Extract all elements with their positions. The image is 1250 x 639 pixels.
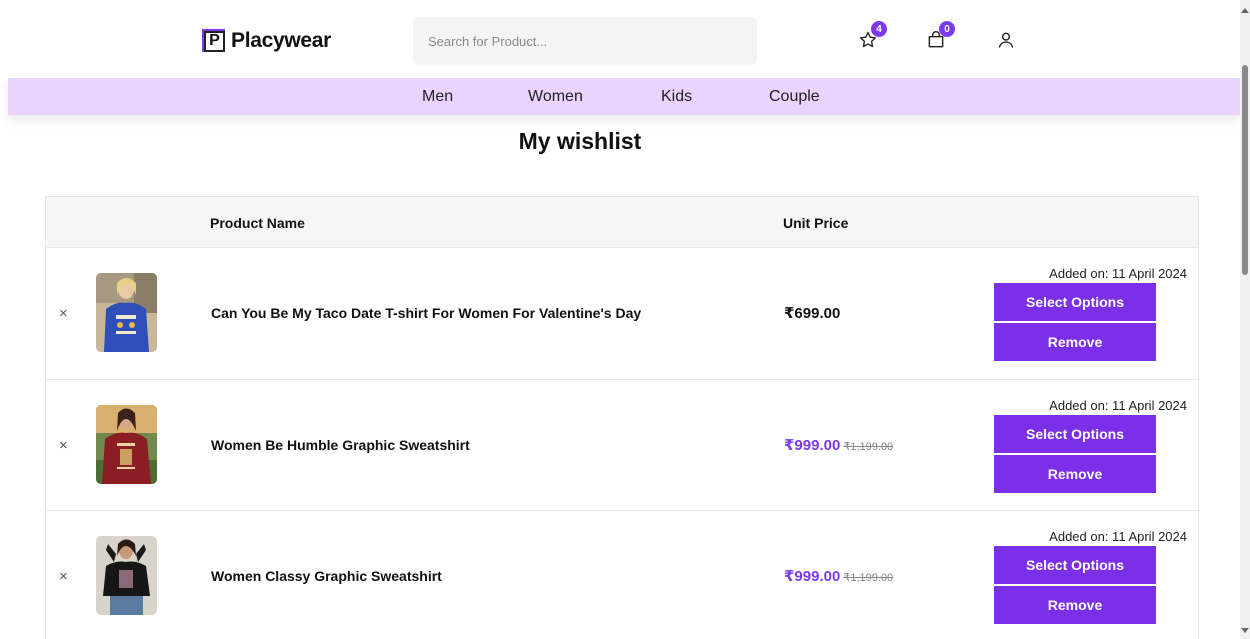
unit-price: ₹999.00 ₹1,199.00 — [784, 436, 893, 454]
table-row: × Women Be Humble Graphic Sweatshirt ₹99… — [46, 379, 1198, 511]
category-nav: Men Women Kids Couple — [8, 78, 1240, 115]
scroll-up-arrow-icon[interactable] — [1241, 8, 1249, 13]
wishlist-count-badge: 4 — [871, 21, 887, 37]
table-row: × Women Classy Graphic Sweatshirt ₹999.0… — [46, 511, 1198, 639]
site-header: P Placywear 4 0 — [0, 0, 1240, 78]
nav-item-kids[interactable]: Kids — [661, 88, 692, 106]
remove-button[interactable]: Remove — [994, 454, 1156, 493]
current-price: ₹699.00 — [784, 305, 841, 322]
current-price: ₹999.00 — [784, 436, 841, 454]
wishlist-table: Product Name Unit Price × Can You Be My … — [45, 196, 1199, 639]
added-on-date: Added on: 11 April 2024 — [1049, 266, 1187, 281]
column-header-unit-price: Unit Price — [783, 215, 849, 231]
product-name-link[interactable]: Women Classy Graphic Sweatshirt — [211, 568, 442, 584]
original-price: ₹1,199.00 — [843, 440, 894, 453]
product-name-link[interactable]: Can You Be My Taco Date T-shirt For Wome… — [211, 305, 641, 321]
nav-item-men[interactable]: Men — [422, 88, 453, 106]
product-image[interactable] — [96, 536, 157, 615]
table-row: × Can You Be My Taco Date T-shirt For Wo… — [46, 248, 1198, 380]
unit-price: ₹699.00 — [784, 304, 840, 322]
original-price: ₹1,199.00 — [843, 572, 894, 584]
product-image[interactable] — [96, 404, 157, 484]
cart-count-badge: 0 — [939, 21, 955, 37]
remove-item-icon[interactable]: × — [59, 437, 68, 454]
logo-text: Placywear — [231, 29, 332, 52]
user-icon — [998, 32, 1014, 48]
logo-mark: P — [202, 28, 225, 52]
scroll-down-arrow-icon[interactable] — [1241, 628, 1249, 633]
added-on-date: Added on: 11 April 2024 — [1049, 397, 1187, 413]
account-button[interactable] — [996, 30, 1016, 50]
scrollbar-thumb[interactable] — [1242, 65, 1248, 275]
added-on-date: Added on: 11 April 2024 — [1049, 529, 1187, 544]
table-header: Product Name Unit Price — [46, 197, 1198, 248]
unit-price: ₹999.00 ₹1,199.00 — [784, 567, 893, 585]
select-options-button[interactable]: Select Options — [994, 546, 1156, 584]
remove-button[interactable]: Remove — [994, 323, 1156, 361]
nav-item-women[interactable]: Women — [528, 88, 583, 106]
current-price: ₹999.00 — [784, 568, 841, 585]
wishlist-button[interactable]: 4 — [858, 21, 887, 50]
remove-item-icon[interactable]: × — [59, 305, 68, 322]
page-title: My wishlist — [518, 128, 642, 154]
select-options-button[interactable]: Select Options — [994, 414, 1156, 453]
product-image[interactable] — [96, 273, 157, 352]
remove-item-icon[interactable]: × — [59, 568, 68, 585]
logo[interactable]: P Placywear — [202, 28, 332, 53]
cart-button[interactable]: 0 — [926, 21, 955, 50]
search-input[interactable] — [413, 17, 757, 65]
nav-item-couple[interactable]: Couple — [769, 88, 820, 106]
select-options-button[interactable]: Select Options — [994, 283, 1156, 321]
column-header-product-name: Product Name — [210, 215, 305, 231]
product-name-link[interactable]: Women Be Humble Graphic Sweatshirt — [211, 437, 470, 453]
remove-button[interactable]: Remove — [994, 586, 1156, 624]
page-scrollbar[interactable] — [1240, 0, 1250, 639]
